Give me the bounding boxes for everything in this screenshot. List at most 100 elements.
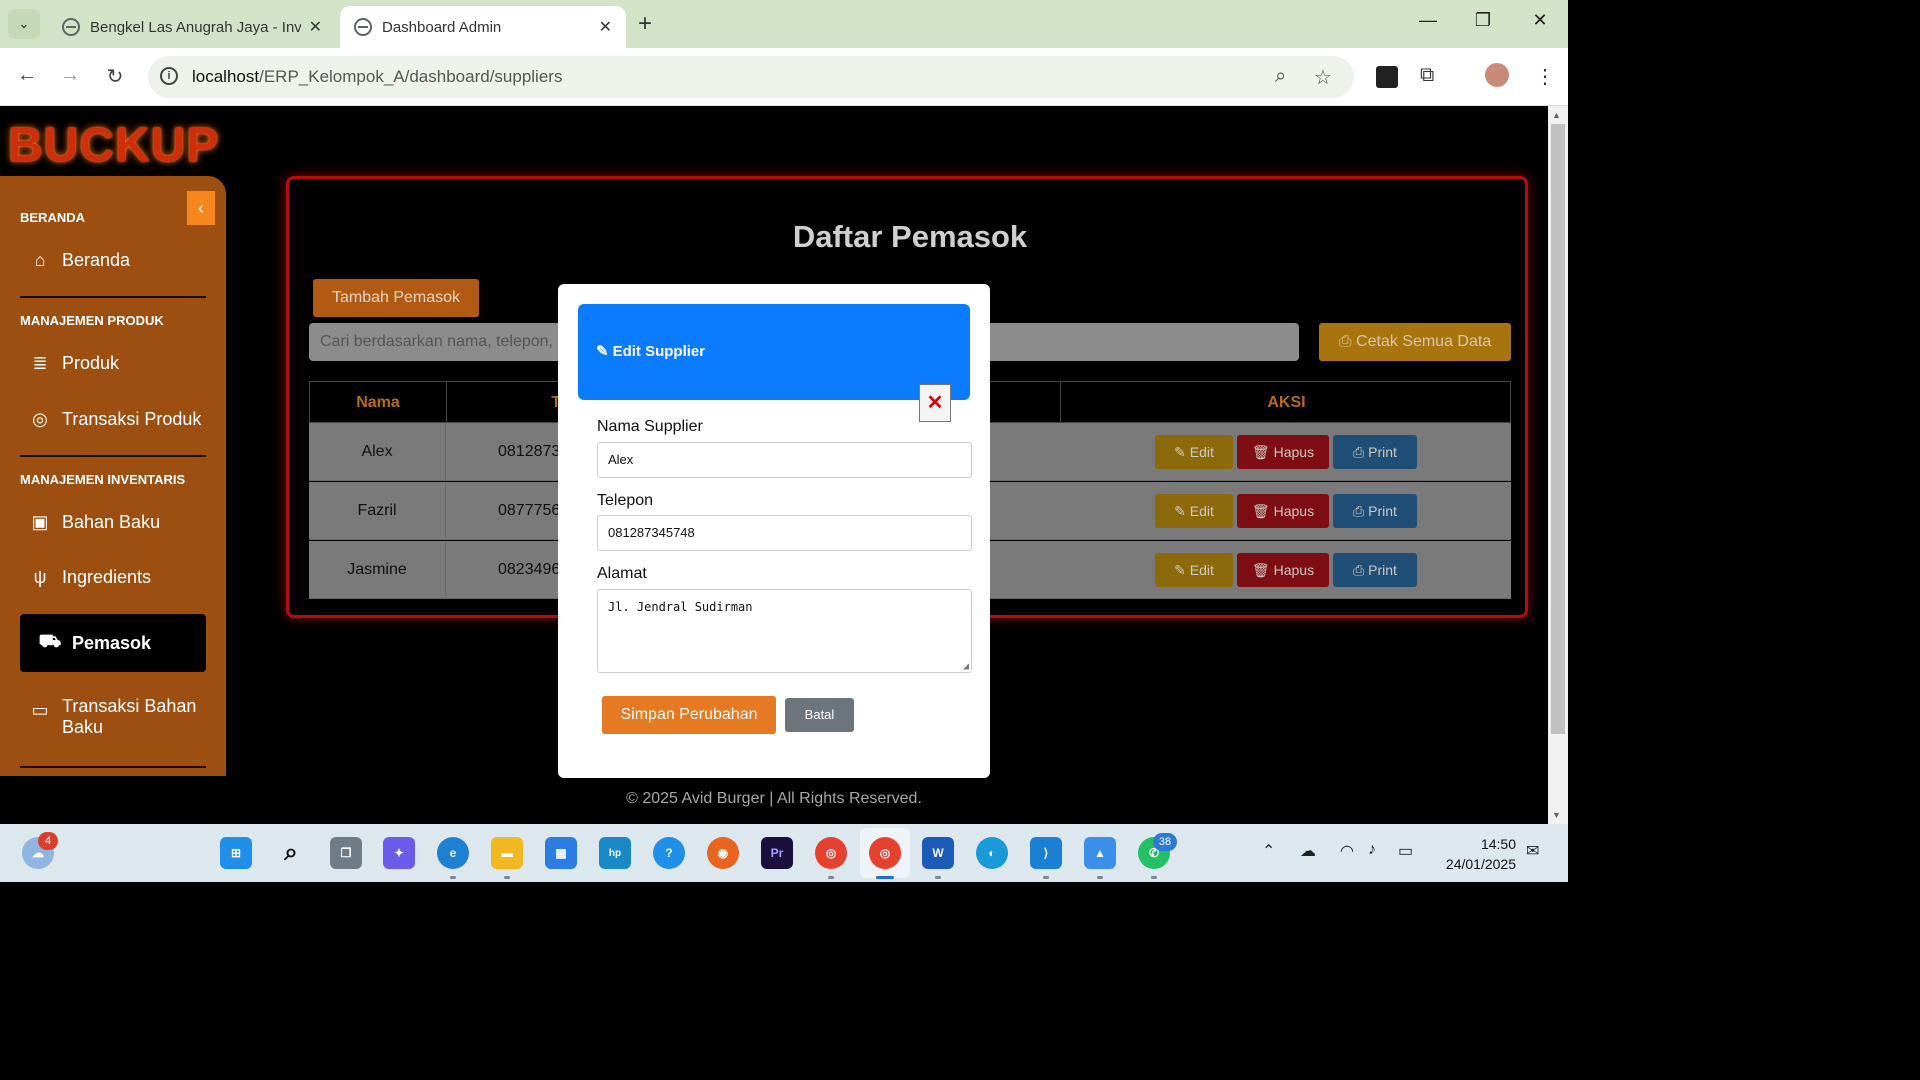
site-info-icon[interactable]: i [160,67,178,85]
sidebar-item-ingredients[interactable]: ψ Ingredients [28,567,151,588]
truck-icon: ⛟ [38,631,62,651]
globe-icon [62,18,80,36]
extensions-puzzle-icon[interactable]: ⧉ [1420,64,1434,87]
search-icon[interactable]: ⌕ [275,837,307,869]
cell-telepon: 0823496 [446,541,566,599]
chrome-icon[interactable]: ◎ [815,837,847,869]
firefox-icon[interactable]: ◉ [707,837,739,869]
active-indicator [876,876,894,879]
sidebar-item-transaksi-bahan-baku[interactable]: ▭ Transaksi Bahan Baku [28,696,202,738]
sidebar-collapse-button[interactable]: ‹ [187,191,215,225]
photos-icon[interactable]: ▲ [1084,837,1116,869]
copilot-icon[interactable]: ✦ [383,837,415,869]
modal-title-text: Edit Supplier [612,342,706,360]
new-tab-button[interactable]: + [638,12,652,36]
tab-title: Bengkel Las Anugrah Jaya - Inve [90,18,301,36]
premiere-icon[interactable]: Pr [761,837,793,869]
sidebar-item-transaksi-produk[interactable]: ◎ Transaksi Produk [28,409,201,430]
window-close-button[interactable]: ✕ [1520,10,1560,31]
chrome-profile-icon[interactable]: ◎ [869,837,901,869]
address-textarea[interactable]: Jl. Jendral Sudirman ◢ [597,589,972,673]
scrollbar-thumb[interactable] [1551,124,1565,734]
sidebar-item-label: Produk [62,353,120,373]
weather-badge: 4 [38,832,58,850]
zoom-icon[interactable]: ⌕ [1275,65,1286,88]
name-field[interactable]: Alex [597,442,972,478]
sidebar-item-pemasok[interactable]: ⛟ Pemasok [20,614,206,672]
app-icon[interactable]: ◐ [976,837,1008,869]
wifi-icon[interactable]: ◠ [1340,841,1354,861]
edit-button[interactable]: ✎ Edit [1155,553,1233,587]
delete-button[interactable]: 🗑 Hapus [1237,553,1329,587]
cancel-button[interactable]: Batal [785,698,854,732]
running-indicator [450,876,456,879]
page-footer: © 2025 Avid Burger | All Rights Reserved… [626,790,922,807]
sidebar-item-bahan-baku[interactable]: ▣ Bahan Baku [28,512,160,533]
tab-dashboard-admin[interactable]: Dashboard Admin ✕ [340,6,626,48]
page-title: Daftar Pemasok [792,219,1028,254]
clock[interactable]: 14:50 24/01/2025 [1436,834,1516,874]
restore-button[interactable]: ❐ [1463,10,1503,31]
modal-close-button[interactable]: ✕ [919,384,951,422]
modal-title: ✎ Edit Supplier [596,342,706,361]
help-icon[interactable]: ? [653,837,685,869]
chevron-up-icon[interactable]: ⌃ [1262,841,1275,861]
edit-button[interactable]: ✎ Edit [1155,435,1233,469]
volume-icon[interactable]: ♪ [1368,841,1376,859]
save-changes-button[interactable]: Simpan Perubahan [602,696,776,734]
edit-label: Edit [1189,503,1214,519]
forward-button[interactable]: → [56,64,84,87]
tab-bengkel[interactable]: Bengkel Las Anugrah Jaya - Inve ✕ [48,6,336,48]
extension-icon[interactable] [1376,66,1398,88]
battery-icon[interactable]: ▭ [1398,841,1413,861]
myhp-icon[interactable]: hp [599,837,631,869]
print-button[interactable]: ⎙ Print [1333,494,1417,528]
vscode-icon[interactable]: ⟩ [1030,837,1062,869]
back-button[interactable]: ← [13,64,41,87]
reload-button[interactable]: ↻ [101,64,129,89]
edit-icon: ✎ [1174,503,1190,519]
phone-field[interactable]: 081287345748 [597,515,972,551]
delete-button[interactable]: 🗑 Hapus [1237,494,1329,528]
browser-menu-icon[interactable]: ⋮ [1535,64,1555,89]
sidebar-divider [20,766,206,768]
onedrive-icon[interactable]: ☁ [1300,841,1316,861]
url-text: localhost/ERP_Kelompok_A/dashboard/suppl… [192,67,563,86]
edge-icon[interactable]: e [437,837,469,869]
task-view-icon[interactable]: ❐ [330,837,362,869]
address-bar[interactable]: i localhost/ERP_Kelompok_A/dashboard/sup… [148,56,1354,98]
delete-button[interactable]: 🗑 Hapus [1237,435,1329,469]
close-icon[interactable]: ✕ [309,17,322,37]
minimize-button[interactable]: — [1408,10,1448,31]
resize-handle-icon[interactable]: ◢ [963,661,969,672]
printer-icon: ⎙ [1353,444,1369,460]
bookmark-star-icon[interactable]: ☆ [1314,65,1332,90]
cell-telepon: 0812873 [446,423,566,481]
word-icon[interactable]: W [922,837,954,869]
start-icon[interactable]: ⊞ [220,837,252,869]
close-icon[interactable]: ✕ [599,17,612,37]
running-indicator [828,876,834,879]
tab-search-button[interactable]: ⌄ [8,9,40,39]
sidebar-item-produk[interactable]: ≣ Produk [28,353,119,374]
sidebar-item-beranda[interactable]: ⌂ Beranda [28,250,131,271]
notification-icon[interactable]: ✉ [1526,841,1539,861]
database-icon: ≣ [32,353,48,373]
running-indicator [504,876,510,879]
print-button[interactable]: ⎙ Print [1333,553,1417,587]
tab-title: Dashboard Admin [382,18,502,36]
cell-nama: Fazril [309,482,446,540]
ms-store-icon[interactable]: ▦ [545,837,577,869]
edit-button[interactable]: ✎ Edit [1155,494,1233,528]
print-button[interactable]: ⎙ Print [1333,435,1417,469]
money-icon: ▭ [31,700,49,720]
print-all-button[interactable]: ⎙ Cetak Semua Data [1319,323,1511,361]
profile-avatar[interactable] [1485,63,1509,87]
add-supplier-button[interactable]: Tambah Pemasok [313,279,479,317]
scroll-up-icon[interactable]: ▲ [1552,110,1561,120]
scroll-down-icon[interactable]: ▼ [1552,810,1561,820]
clock-time: 14:50 [1480,836,1516,852]
page-scrollbar[interactable]: ▲ ▼ [1548,106,1568,824]
browser-toolbar: ← → ↻ i localhost/ERP_Kelompok_A/dashboa… [0,48,1568,106]
file-explorer-icon[interactable]: ▬ [491,837,523,869]
